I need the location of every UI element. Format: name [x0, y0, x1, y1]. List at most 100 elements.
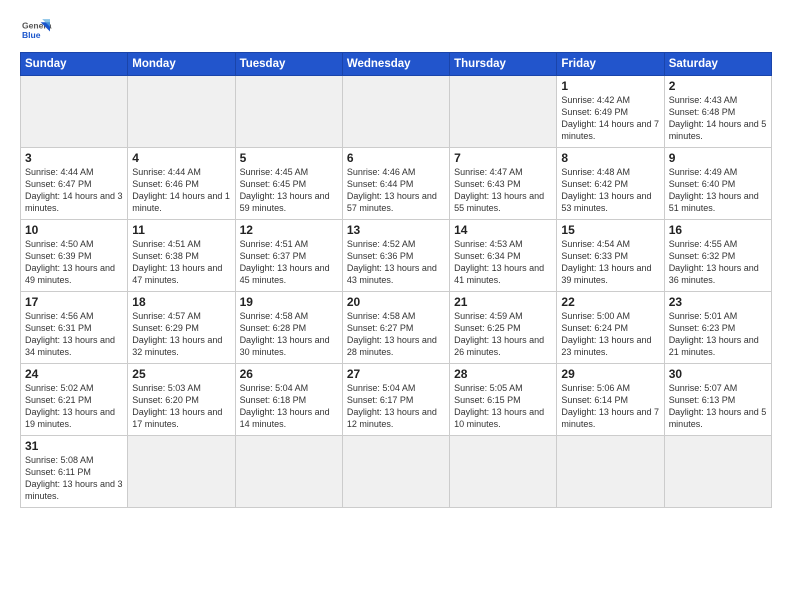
day-number: 16: [669, 223, 767, 237]
weekday-saturday: Saturday: [664, 53, 771, 76]
calendar-cell: 4Sunrise: 4:44 AM Sunset: 6:46 PM Daylig…: [128, 148, 235, 220]
calendar-cell: 7Sunrise: 4:47 AM Sunset: 6:43 PM Daylig…: [450, 148, 557, 220]
day-info: Sunrise: 4:47 AM Sunset: 6:43 PM Dayligh…: [454, 166, 552, 215]
day-number: 12: [240, 223, 338, 237]
weekday-wednesday: Wednesday: [342, 53, 449, 76]
day-number: 7: [454, 151, 552, 165]
day-info: Sunrise: 5:01 AM Sunset: 6:23 PM Dayligh…: [669, 310, 767, 359]
calendar-table: SundayMondayTuesdayWednesdayThursdayFrid…: [20, 52, 772, 508]
calendar-cell: [21, 76, 128, 148]
calendar-cell: [235, 436, 342, 508]
calendar-cell: 8Sunrise: 4:48 AM Sunset: 6:42 PM Daylig…: [557, 148, 664, 220]
calendar-cell: 9Sunrise: 4:49 AM Sunset: 6:40 PM Daylig…: [664, 148, 771, 220]
calendar-cell: [128, 436, 235, 508]
calendar-cell: 12Sunrise: 4:51 AM Sunset: 6:37 PM Dayli…: [235, 220, 342, 292]
day-number: 31: [25, 439, 123, 453]
day-info: Sunrise: 4:42 AM Sunset: 6:49 PM Dayligh…: [561, 94, 659, 143]
day-number: 10: [25, 223, 123, 237]
day-info: Sunrise: 5:04 AM Sunset: 6:18 PM Dayligh…: [240, 382, 338, 431]
calendar-cell: 17Sunrise: 4:56 AM Sunset: 6:31 PM Dayli…: [21, 292, 128, 364]
day-number: 9: [669, 151, 767, 165]
day-info: Sunrise: 4:54 AM Sunset: 6:33 PM Dayligh…: [561, 238, 659, 287]
day-number: 22: [561, 295, 659, 309]
day-number: 8: [561, 151, 659, 165]
calendar-week-5: 24Sunrise: 5:02 AM Sunset: 6:21 PM Dayli…: [21, 364, 772, 436]
day-number: 23: [669, 295, 767, 309]
day-number: 6: [347, 151, 445, 165]
day-info: Sunrise: 5:07 AM Sunset: 6:13 PM Dayligh…: [669, 382, 767, 431]
day-number: 30: [669, 367, 767, 381]
calendar-cell: [450, 436, 557, 508]
day-info: Sunrise: 4:43 AM Sunset: 6:48 PM Dayligh…: [669, 94, 767, 143]
logo: General Blue: [20, 16, 52, 44]
day-info: Sunrise: 4:50 AM Sunset: 6:39 PM Dayligh…: [25, 238, 123, 287]
calendar-cell: 1Sunrise: 4:42 AM Sunset: 6:49 PM Daylig…: [557, 76, 664, 148]
weekday-friday: Friday: [557, 53, 664, 76]
day-number: 3: [25, 151, 123, 165]
calendar-cell: 20Sunrise: 4:58 AM Sunset: 6:27 PM Dayli…: [342, 292, 449, 364]
day-info: Sunrise: 4:58 AM Sunset: 6:27 PM Dayligh…: [347, 310, 445, 359]
day-info: Sunrise: 5:04 AM Sunset: 6:17 PM Dayligh…: [347, 382, 445, 431]
calendar-cell: 28Sunrise: 5:05 AM Sunset: 6:15 PM Dayli…: [450, 364, 557, 436]
calendar-week-2: 3Sunrise: 4:44 AM Sunset: 6:47 PM Daylig…: [21, 148, 772, 220]
calendar-cell: [664, 436, 771, 508]
calendar-cell: 14Sunrise: 4:53 AM Sunset: 6:34 PM Dayli…: [450, 220, 557, 292]
calendar-cell: 30Sunrise: 5:07 AM Sunset: 6:13 PM Dayli…: [664, 364, 771, 436]
day-number: 2: [669, 79, 767, 93]
day-number: 4: [132, 151, 230, 165]
day-number: 13: [347, 223, 445, 237]
day-number: 26: [240, 367, 338, 381]
day-number: 14: [454, 223, 552, 237]
day-info: Sunrise: 4:44 AM Sunset: 6:46 PM Dayligh…: [132, 166, 230, 215]
calendar-week-3: 10Sunrise: 4:50 AM Sunset: 6:39 PM Dayli…: [21, 220, 772, 292]
calendar-cell: [450, 76, 557, 148]
day-number: 17: [25, 295, 123, 309]
weekday-thursday: Thursday: [450, 53, 557, 76]
calendar-cell: 29Sunrise: 5:06 AM Sunset: 6:14 PM Dayli…: [557, 364, 664, 436]
weekday-sunday: Sunday: [21, 53, 128, 76]
calendar-cell: 13Sunrise: 4:52 AM Sunset: 6:36 PM Dayli…: [342, 220, 449, 292]
calendar-cell: 3Sunrise: 4:44 AM Sunset: 6:47 PM Daylig…: [21, 148, 128, 220]
day-number: 11: [132, 223, 230, 237]
calendar-cell: 18Sunrise: 4:57 AM Sunset: 6:29 PM Dayli…: [128, 292, 235, 364]
day-number: 27: [347, 367, 445, 381]
day-number: 24: [25, 367, 123, 381]
day-number: 15: [561, 223, 659, 237]
calendar-cell: [557, 436, 664, 508]
day-number: 20: [347, 295, 445, 309]
day-info: Sunrise: 4:57 AM Sunset: 6:29 PM Dayligh…: [132, 310, 230, 359]
calendar-cell: 25Sunrise: 5:03 AM Sunset: 6:20 PM Dayli…: [128, 364, 235, 436]
day-number: 5: [240, 151, 338, 165]
calendar-cell: 21Sunrise: 4:59 AM Sunset: 6:25 PM Dayli…: [450, 292, 557, 364]
day-info: Sunrise: 5:02 AM Sunset: 6:21 PM Dayligh…: [25, 382, 123, 431]
page-header: General Blue: [20, 16, 772, 44]
day-info: Sunrise: 4:44 AM Sunset: 6:47 PM Dayligh…: [25, 166, 123, 215]
day-info: Sunrise: 4:51 AM Sunset: 6:37 PM Dayligh…: [240, 238, 338, 287]
day-number: 25: [132, 367, 230, 381]
weekday-header-row: SundayMondayTuesdayWednesdayThursdayFrid…: [21, 53, 772, 76]
calendar-cell: 10Sunrise: 4:50 AM Sunset: 6:39 PM Dayli…: [21, 220, 128, 292]
day-info: Sunrise: 4:56 AM Sunset: 6:31 PM Dayligh…: [25, 310, 123, 359]
calendar-cell: 5Sunrise: 4:45 AM Sunset: 6:45 PM Daylig…: [235, 148, 342, 220]
svg-text:Blue: Blue: [22, 30, 41, 40]
day-info: Sunrise: 4:52 AM Sunset: 6:36 PM Dayligh…: [347, 238, 445, 287]
logo-icon: General Blue: [20, 16, 52, 44]
calendar-cell: [235, 76, 342, 148]
day-number: 18: [132, 295, 230, 309]
calendar-cell: 2Sunrise: 4:43 AM Sunset: 6:48 PM Daylig…: [664, 76, 771, 148]
calendar-cell: 11Sunrise: 4:51 AM Sunset: 6:38 PM Dayli…: [128, 220, 235, 292]
day-info: Sunrise: 4:51 AM Sunset: 6:38 PM Dayligh…: [132, 238, 230, 287]
calendar-week-1: 1Sunrise: 4:42 AM Sunset: 6:49 PM Daylig…: [21, 76, 772, 148]
calendar-cell: 27Sunrise: 5:04 AM Sunset: 6:17 PM Dayli…: [342, 364, 449, 436]
calendar-cell: 22Sunrise: 5:00 AM Sunset: 6:24 PM Dayli…: [557, 292, 664, 364]
calendar-cell: [342, 436, 449, 508]
calendar-cell: 16Sunrise: 4:55 AM Sunset: 6:32 PM Dayli…: [664, 220, 771, 292]
day-number: 1: [561, 79, 659, 93]
day-info: Sunrise: 4:58 AM Sunset: 6:28 PM Dayligh…: [240, 310, 338, 359]
day-number: 19: [240, 295, 338, 309]
day-info: Sunrise: 4:53 AM Sunset: 6:34 PM Dayligh…: [454, 238, 552, 287]
day-info: Sunrise: 5:08 AM Sunset: 6:11 PM Dayligh…: [25, 454, 123, 503]
calendar-cell: 31Sunrise: 5:08 AM Sunset: 6:11 PM Dayli…: [21, 436, 128, 508]
day-info: Sunrise: 4:59 AM Sunset: 6:25 PM Dayligh…: [454, 310, 552, 359]
day-info: Sunrise: 4:49 AM Sunset: 6:40 PM Dayligh…: [669, 166, 767, 215]
